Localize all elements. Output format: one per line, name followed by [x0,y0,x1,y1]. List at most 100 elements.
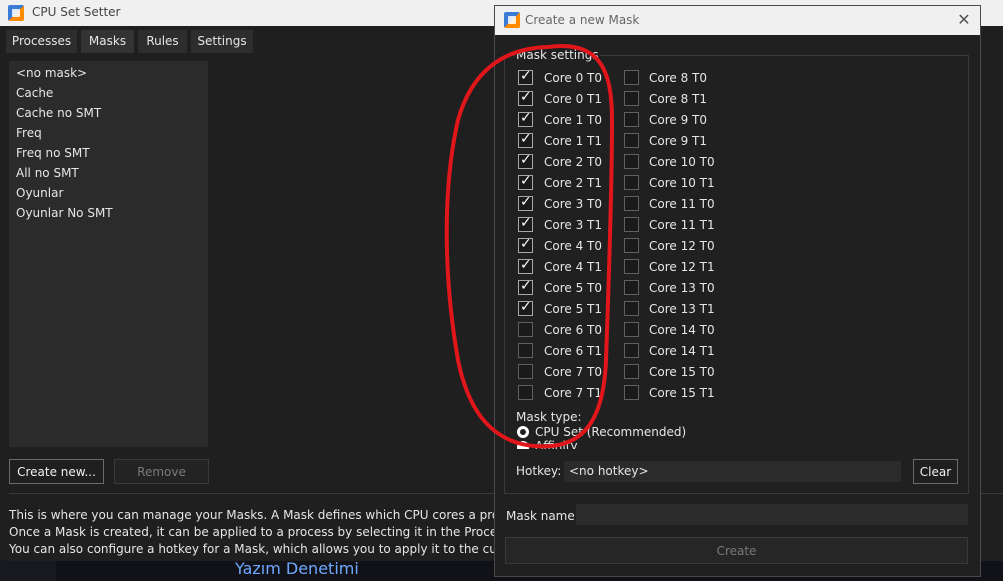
radio-affinity-label: Affinity [535,439,578,449]
core-checkbox[interactable] [518,68,533,85]
background-window-text: Yazım Denetimi [235,559,359,578]
core-checkbox-label: Core 2 T0 [544,155,603,169]
radio-cpu-set[interactable] [517,426,529,438]
app-icon [8,5,24,21]
app-icon [504,12,520,28]
core-checkbox[interactable] [518,173,533,190]
core-checkbox[interactable] [624,322,639,337]
create-mask-dialog: Create a new Mask ✕ Mask settings Core 0… [494,5,981,577]
core-checkbox[interactable] [624,175,639,190]
dialog-titlebar[interactable]: Create a new Mask ✕ [495,6,980,35]
mask-name-label: Mask name: [506,509,579,523]
tab-settings[interactable]: Settings [191,30,253,53]
hotkey-field[interactable]: <no hotkey> [564,461,901,482]
list-item[interactable]: Cache no SMT [16,106,101,120]
core-checkbox[interactable] [518,278,533,295]
mask-settings-label: Mask settings [515,48,600,62]
core-checkbox-label: Core 0 T0 [544,71,603,85]
core-checkbox-label: Core 11 T0 [649,197,715,211]
tab-masks[interactable]: Masks [81,30,134,53]
core-checkbox-label: Core 1 T0 [544,113,603,127]
core-checkbox-label: Core 4 T0 [544,239,603,253]
core-checkbox-label: Core 7 T1 [544,386,603,400]
core-checkbox-label: Core 3 T1 [544,218,603,232]
core-checkbox[interactable] [518,322,533,337]
list-item[interactable]: All no SMT [16,166,79,180]
core-checkbox[interactable] [518,385,533,400]
core-checkbox[interactable] [518,299,533,316]
list-item[interactable]: Freq [16,126,42,140]
remove-button[interactable]: Remove [114,459,209,484]
core-checkbox-label: Core 3 T0 [544,197,603,211]
core-checkbox-label: Core 13 T1 [649,302,715,316]
list-item[interactable]: Freq no SMT [16,146,90,160]
info-text-line: You can also configure a hotkey for a Ma… [9,542,561,556]
hotkey-label: Hotkey: [516,464,562,478]
core-checkbox-label: Core 1 T1 [544,134,603,148]
core-checkbox-label: Core 15 T1 [649,386,715,400]
core-checkbox-label: Core 14 T1 [649,344,715,358]
core-checkbox-label: Core 2 T1 [544,176,603,190]
clear-hotkey-button[interactable]: Clear [913,459,958,484]
info-text-line: Once a Mask is created, it can be applie… [9,525,551,539]
create-button[interactable]: Create [505,537,968,564]
mask-name-input[interactable] [576,504,968,525]
core-checkbox[interactable] [624,343,639,358]
mask-list[interactable]: <no mask> Cache Cache no SMT Freq Freq n… [9,61,208,447]
radio-cpu-set-label: CPU Set (Recommended) [535,425,687,439]
core-checkbox-label: Core 5 T0 [544,281,603,295]
core-checkbox-label: Core 9 T0 [649,113,708,127]
core-checkbox-label: Core 6 T0 [544,323,603,337]
core-checkbox[interactable] [624,217,639,232]
core-checkbox[interactable] [624,238,639,253]
info-text-line: This is where you can manage your Masks.… [9,508,568,522]
core-checkbox[interactable] [624,154,639,169]
core-checkbox-label: Core 10 T1 [649,176,715,190]
core-checkbox[interactable] [624,301,639,316]
core-checkbox-label: Core 12 T1 [649,260,715,274]
core-checkbox[interactable] [518,131,533,148]
core-checkbox-label: Core 7 T0 [544,365,603,379]
tab-rules[interactable]: Rules [138,30,187,53]
core-checkbox-label: Core 8 T1 [649,92,708,106]
tab-processes[interactable]: Processes [6,30,77,53]
create-new-button[interactable]: Create new... [9,459,104,484]
core-checkbox[interactable] [624,112,639,127]
core-checkbox[interactable] [624,259,639,274]
core-checkbox[interactable] [518,343,533,358]
core-checkbox[interactable] [518,364,533,379]
main-window-title: CPU Set Setter [32,5,121,19]
core-checkbox[interactable] [624,91,639,106]
list-item[interactable]: <no mask> [16,66,87,80]
core-checkbox[interactable] [624,364,639,379]
core-checkbox[interactable] [624,70,639,85]
core-checkbox-label: Core 11 T1 [649,218,715,232]
core-checkbox-label: Core 10 T0 [649,155,715,169]
core-checkbox[interactable] [518,89,533,106]
core-checkbox[interactable] [624,280,639,295]
core-checkbox-label: Core 6 T1 [544,344,603,358]
core-checkbox-label: Core 12 T0 [649,239,715,253]
core-checkbox-label: Core 0 T1 [544,92,603,106]
list-item[interactable]: Oyunlar [16,186,63,200]
core-checkbox[interactable] [518,215,533,232]
list-item[interactable]: Oyunlar No SMT [16,206,113,220]
core-checkbox[interactable] [624,133,639,148]
core-checkbox[interactable] [518,110,533,127]
core-checkbox-label: Core 8 T0 [649,71,708,85]
mask-type-label: Mask type: [516,410,582,424]
dialog-title: Create a new Mask [525,13,640,27]
radio-affinity[interactable] [517,441,529,449]
core-checkbox[interactable] [518,194,533,211]
core-checkbox[interactable] [624,196,639,211]
core-checkbox-label: Core 9 T1 [649,134,708,148]
core-checkbox[interactable] [624,385,639,400]
core-checkbox-label: Core 4 T1 [544,260,603,274]
list-item[interactable]: Cache [16,86,53,100]
core-checkbox[interactable] [518,257,533,274]
core-checkbox[interactable] [518,152,533,169]
core-checkbox-label: Core 15 T0 [649,365,715,379]
desktop-background-block [0,560,56,581]
close-icon[interactable]: ✕ [953,9,975,31]
core-checkbox[interactable] [518,236,533,253]
